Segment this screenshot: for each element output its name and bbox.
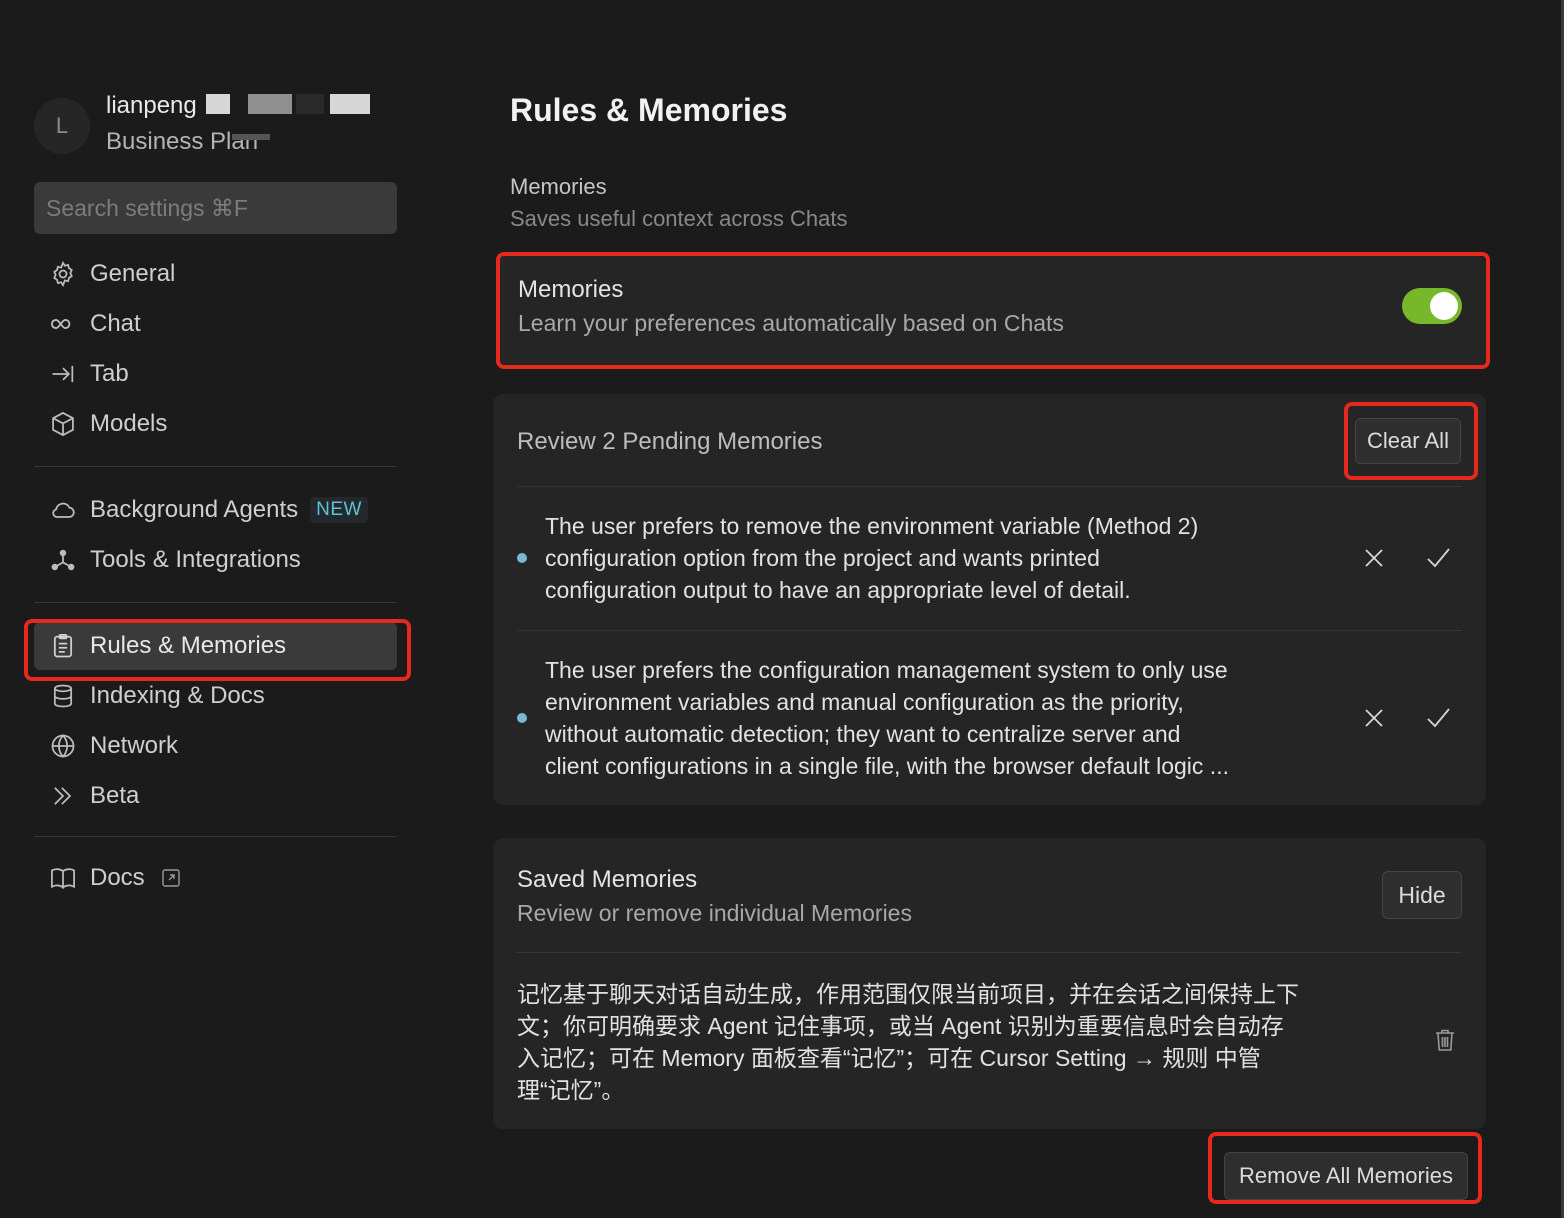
profile-plan: Business Plan bbox=[106, 128, 259, 155]
section-subtitle: Saves useful context across Chats bbox=[510, 206, 848, 231]
avatar: L bbox=[34, 98, 90, 154]
memories-toggle-title: Memories bbox=[518, 276, 624, 303]
redaction-block bbox=[232, 134, 270, 140]
redaction-block bbox=[248, 94, 292, 114]
delete-memory-button[interactable] bbox=[1432, 1027, 1458, 1053]
memory-text-line: without automatic detection; they want t… bbox=[545, 721, 1181, 747]
settings-window: L lianpeng Business Plan General Chat bbox=[0, 0, 1564, 1218]
sidebar: L lianpeng Business Plan General Chat bbox=[0, 0, 430, 1218]
cube-icon bbox=[48, 409, 78, 439]
sidebar-item-tab[interactable]: Tab bbox=[34, 350, 397, 398]
sidebar-item-rules-memories[interactable]: Rules & Memories bbox=[34, 622, 397, 670]
divider bbox=[517, 486, 1462, 487]
redaction-block bbox=[296, 94, 324, 114]
divider bbox=[517, 952, 1462, 953]
sidebar-divider bbox=[34, 836, 397, 837]
sidebar-item-background-agents[interactable]: Background Agents NEW bbox=[34, 486, 397, 534]
clear-all-button[interactable]: Clear All bbox=[1355, 418, 1461, 464]
hide-button[interactable]: Hide bbox=[1382, 871, 1462, 919]
double-chevron-right-icon bbox=[48, 781, 78, 811]
cloud-icon bbox=[48, 495, 78, 525]
saved-memories-subtitle: Review or remove individual Memories bbox=[517, 900, 912, 926]
sidebar-item-general[interactable]: General bbox=[34, 250, 397, 298]
sidebar-item-label: Network bbox=[90, 732, 179, 759]
gear-icon bbox=[48, 259, 78, 289]
new-badge: NEW bbox=[310, 497, 368, 523]
memory-text-line: 入记忆；可在 Memory 面板查看“记忆”；可在 Cursor Setting… bbox=[517, 1045, 1261, 1071]
pending-memory-item: The user prefers the configuration manag… bbox=[545, 654, 1365, 782]
memory-text-line: 理“记忆”。 bbox=[517, 1077, 625, 1103]
page-title: Rules & Memories bbox=[510, 92, 788, 128]
divider bbox=[517, 630, 1462, 631]
check-icon bbox=[1427, 548, 1450, 568]
infinity-icon bbox=[48, 309, 78, 339]
trash-icon bbox=[1436, 1029, 1454, 1051]
redaction-block bbox=[330, 94, 370, 114]
clipboard-icon bbox=[48, 631, 78, 661]
sidebar-item-label: Rules & Memories bbox=[90, 632, 287, 659]
section-title: Memories bbox=[510, 174, 607, 199]
arrow-to-line-icon bbox=[48, 359, 78, 389]
sidebar-item-label: Beta bbox=[90, 782, 140, 809]
remove-all-memories-button[interactable]: Remove All Memories bbox=[1224, 1152, 1468, 1200]
sidebar-item-beta[interactable]: Beta bbox=[34, 772, 397, 820]
book-icon bbox=[48, 863, 78, 893]
pending-memories-title: Review 2 Pending Memories bbox=[517, 428, 823, 455]
saved-memory-item: 记忆基于聊天对话自动生成，作用范围仅限当前项目，并在会话之间保持上下 文；你可明… bbox=[517, 978, 1357, 1106]
pending-dot bbox=[517, 553, 527, 563]
nodes-icon bbox=[48, 545, 78, 575]
saved-memories-title: Saved Memories bbox=[517, 866, 698, 893]
sidebar-divider bbox=[34, 602, 397, 603]
memories-toggle-switch[interactable] bbox=[1402, 288, 1462, 324]
globe-icon bbox=[48, 731, 78, 761]
sidebar-item-label: Tools & Integrations bbox=[90, 546, 301, 573]
saved-memories-card: Saved Memories Review or remove individu… bbox=[493, 838, 1486, 1129]
sidebar-item-label: Background Agents bbox=[90, 496, 299, 523]
memories-toggle-card: Memories Learn your preferences automati… bbox=[496, 256, 1486, 366]
memories-toggle-subtitle: Learn your preferences automatically bas… bbox=[518, 310, 1064, 336]
memory-text-line: The user prefers the configuration manag… bbox=[545, 657, 1228, 683]
sidebar-item-network[interactable]: Network bbox=[34, 722, 397, 770]
sidebar-item-label: General bbox=[90, 260, 176, 287]
accept-memory-button[interactable] bbox=[1425, 545, 1451, 571]
main-content: Rules & Memories Memories Saves useful c… bbox=[430, 0, 1564, 1218]
sidebar-divider bbox=[34, 466, 397, 467]
accept-memory-button[interactable] bbox=[1425, 705, 1451, 731]
database-icon bbox=[48, 681, 78, 711]
sidebar-item-models[interactable]: Models bbox=[34, 400, 397, 448]
memory-text-line: configuration option from the project an… bbox=[545, 545, 1100, 571]
redaction-block bbox=[206, 94, 230, 114]
memory-text-line: client configurations in a single file, … bbox=[545, 753, 1229, 779]
memory-text-line: 记忆基于聊天对话自动生成，作用范围仅限当前项目，并在会话之间保持上下 bbox=[517, 981, 1299, 1007]
memory-text-line: The user prefers to remove the environme… bbox=[545, 513, 1199, 539]
memory-text-line: configuration output to have an appropri… bbox=[545, 577, 1131, 603]
memory-text-line: environment variables and manual configu… bbox=[545, 689, 1184, 715]
sidebar-item-docs[interactable]: Docs bbox=[34, 854, 397, 902]
sidebar-item-label: Docs bbox=[90, 864, 145, 891]
memory-text-line: 文；你可明确要求 Agent 记住事项，或当 Agent 识别为重要信息时会自动… bbox=[517, 1013, 1284, 1039]
sidebar-item-label: Tab bbox=[90, 360, 129, 387]
pending-memory-item: The user prefers to remove the environme… bbox=[545, 510, 1345, 606]
sidebar-item-indexing-docs[interactable]: Indexing & Docs bbox=[34, 672, 397, 720]
sidebar-item-label: Models bbox=[90, 410, 168, 437]
toggle-knob bbox=[1430, 292, 1458, 320]
sidebar-item-chat[interactable]: Chat bbox=[34, 300, 397, 348]
reject-memory-button[interactable] bbox=[1361, 705, 1387, 731]
sidebar-item-tools-integrations[interactable]: Tools & Integrations bbox=[34, 536, 397, 584]
search-settings-input[interactable] bbox=[34, 182, 397, 234]
reject-memory-button[interactable] bbox=[1361, 545, 1387, 571]
check-icon bbox=[1427, 708, 1450, 728]
sidebar-item-label: Chat bbox=[90, 310, 141, 337]
sidebar-item-label: Indexing & Docs bbox=[90, 682, 265, 709]
pending-memories-card: Review 2 Pending Memories Clear All The … bbox=[493, 394, 1486, 805]
close-icon bbox=[1365, 549, 1383, 567]
external-link-icon bbox=[161, 869, 180, 887]
close-icon bbox=[1365, 709, 1383, 727]
pending-dot bbox=[517, 713, 527, 723]
profile-name: lianpeng bbox=[106, 92, 197, 119]
